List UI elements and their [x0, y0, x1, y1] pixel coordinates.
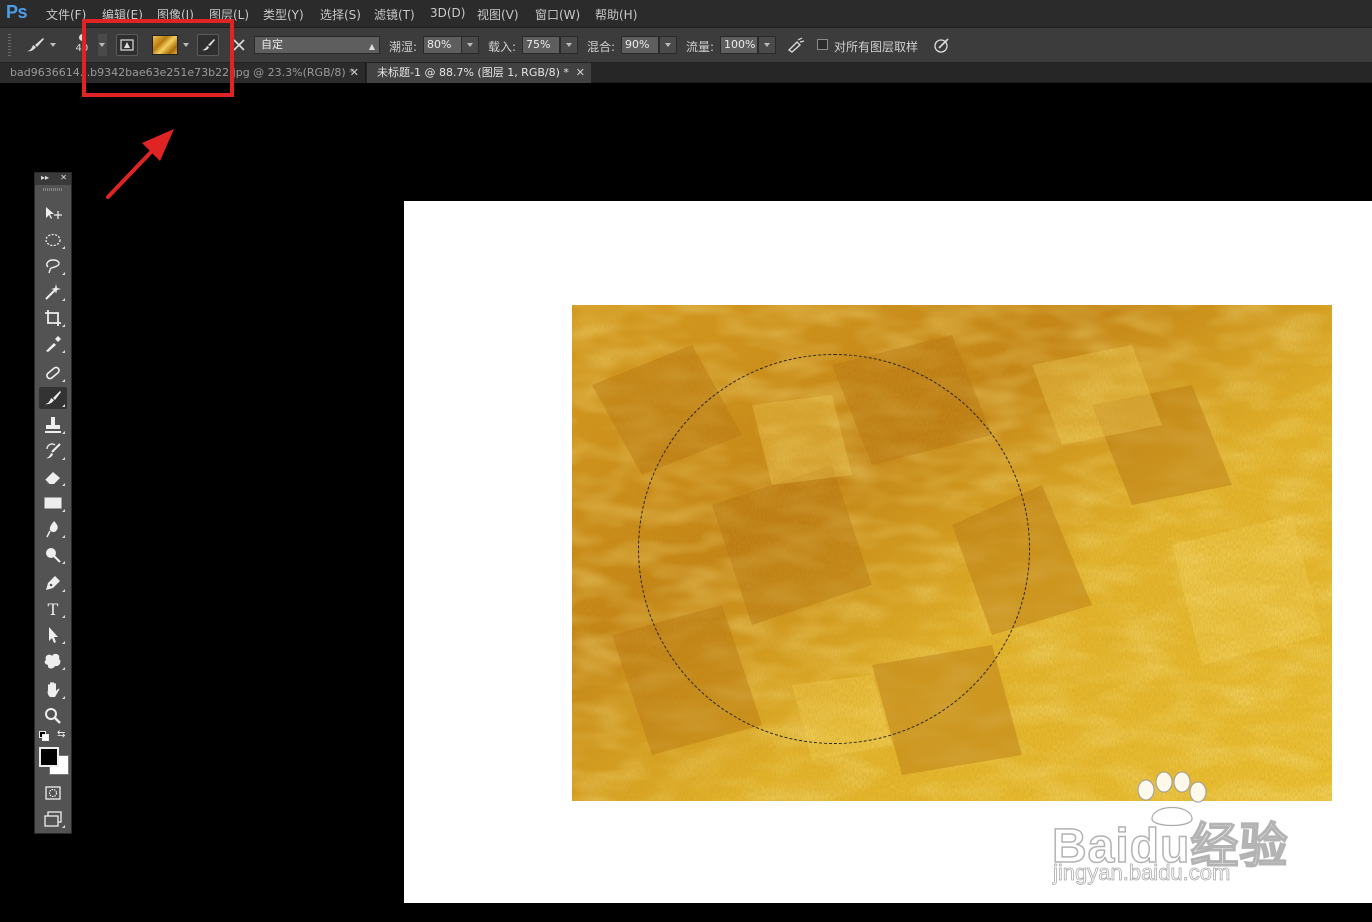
- close-icon[interactable]: ✕: [60, 173, 67, 182]
- tablet-pressure-icon: [934, 38, 949, 53]
- load-input[interactable]: 75%: [522, 36, 560, 54]
- menu-view[interactable]: 视图(V): [477, 6, 519, 23]
- crop-tool[interactable]: [39, 307, 67, 329]
- red-arrow-icon: [106, 129, 174, 199]
- path-selection-tool[interactable]: [39, 624, 67, 646]
- options-grip[interactable]: [8, 34, 11, 56]
- blur-drop-icon: [46, 521, 58, 538]
- elliptical-marquee-tool[interactable]: [39, 229, 67, 251]
- eraser-tool[interactable]: [39, 466, 67, 488]
- magic-wand-icon: [45, 284, 61, 300]
- chevron-updown-icon: ▲: [368, 42, 375, 51]
- elliptical-selection-marquee: [638, 354, 1030, 744]
- tools-panel-grip[interactable]: [43, 188, 63, 191]
- lasso-tool[interactable]: [39, 255, 67, 277]
- mixer-preset-select[interactable]: 自定 ▲: [254, 36, 380, 54]
- quick-mask-icon: [45, 786, 61, 800]
- mix-dropdown[interactable]: [659, 36, 677, 54]
- quick-mask-toggle[interactable]: [39, 782, 67, 804]
- flow-dropdown[interactable]: [758, 36, 776, 54]
- eraser-icon: [44, 472, 60, 485]
- move-icon: [46, 207, 62, 219]
- crop-icon: [45, 310, 61, 326]
- close-icon[interactable]: ✕: [576, 63, 585, 82]
- default-colors-icon[interactable]: [39, 731, 49, 741]
- zoom-icon: [45, 708, 61, 724]
- dodge-tool[interactable]: [39, 544, 67, 566]
- watermark-url: jingyan.baidu.com: [1053, 860, 1231, 886]
- menu-filter[interactable]: 滤镜(T): [374, 6, 415, 23]
- gradient-icon: [44, 497, 62, 509]
- pressure-size-toggle[interactable]: [932, 34, 952, 56]
- wet-dropdown[interactable]: [461, 36, 479, 54]
- mixer-brush-icon: [45, 391, 61, 405]
- tool-preset-picker[interactable]: [20, 34, 60, 56]
- dodge-icon: [46, 548, 61, 563]
- history-brush-tool[interactable]: [39, 440, 67, 462]
- tools-panel: ▸▸ ✕ T ⇆: [34, 172, 72, 834]
- swap-colors-icon[interactable]: ⇆: [57, 729, 65, 740]
- close-icon[interactable]: ✕: [350, 63, 359, 82]
- custom-shape-icon: [44, 653, 61, 669]
- tab-label: 未标题-1 @ 88.7% (图层 1, RGB/8) *: [377, 66, 569, 79]
- photoshop-logo: Ps: [6, 2, 28, 22]
- clone-stamp-tool[interactable]: [39, 414, 67, 436]
- spot-healing-tool[interactable]: [39, 362, 67, 384]
- blur-tool[interactable]: [39, 518, 67, 540]
- highlight-box: [82, 19, 234, 97]
- tab-untitled-1[interactable]: 未标题-1 @ 88.7% (图层 1, RGB/8) * ✕: [367, 63, 591, 83]
- pen-tool[interactable]: [39, 572, 67, 594]
- chevron-down-icon: [764, 43, 770, 47]
- menu-type[interactable]: 类型(Y): [263, 6, 304, 23]
- eyedropper-tool[interactable]: [39, 333, 67, 355]
- mix-label: 混合:: [587, 40, 616, 54]
- wet-label: 潮湿:: [389, 40, 418, 54]
- magic-wand-tool[interactable]: [39, 281, 67, 303]
- ellipse-marquee-icon: [45, 233, 61, 247]
- type-tool[interactable]: T: [39, 598, 67, 620]
- sample-all-layers-label: 对所有图层取样: [834, 40, 919, 54]
- menu-3d[interactable]: 3D(D): [430, 6, 465, 20]
- chevron-down-icon: [467, 43, 473, 47]
- chevron-down-icon: [50, 43, 56, 47]
- load-dropdown[interactable]: [560, 36, 578, 54]
- flow-input[interactable]: 100%: [720, 36, 758, 54]
- menu-select[interactable]: 选择(S): [320, 6, 361, 23]
- chevron-down-icon: [665, 43, 671, 47]
- menu-window[interactable]: 窗口(W): [535, 6, 580, 23]
- collapse-icon[interactable]: ▸▸: [41, 173, 49, 182]
- hand-icon: [47, 682, 60, 697]
- bandage-icon: [46, 366, 60, 380]
- hand-tool[interactable]: [39, 679, 67, 701]
- history-brush-icon: [46, 443, 61, 459]
- load-label: 载入:: [488, 40, 517, 54]
- stamp-icon: [45, 417, 61, 433]
- mixer-brush-tool[interactable]: [39, 387, 67, 409]
- sample-all-layers-checkbox[interactable]: [817, 39, 828, 50]
- mix-input[interactable]: 90%: [621, 36, 659, 54]
- screen-mode-toggle[interactable]: [39, 808, 67, 830]
- lasso-icon: [46, 259, 60, 274]
- tools-panel-header[interactable]: ▸▸ ✕: [35, 173, 71, 185]
- screen-mode-icon: [44, 811, 62, 827]
- zoom-tool[interactable]: [39, 705, 67, 727]
- gradient-tool[interactable]: [39, 492, 67, 514]
- airbrush-toggle[interactable]: [786, 34, 806, 56]
- custom-shape-tool[interactable]: [39, 650, 67, 672]
- flow-label: 流量:: [686, 40, 715, 54]
- pen-icon: [46, 576, 60, 590]
- path-selection-icon: [49, 627, 58, 643]
- menu-help[interactable]: 帮助(H): [595, 6, 637, 23]
- close-icon: [233, 39, 245, 51]
- type-icon: T: [47, 599, 59, 619]
- chevron-down-icon: [566, 43, 572, 47]
- eyedropper-icon: [46, 336, 61, 352]
- foreground-color-swatch[interactable]: [39, 747, 59, 767]
- wet-input[interactable]: 80%: [423, 36, 463, 54]
- menu-file[interactable]: 文件(F): [46, 6, 86, 23]
- mixer-preset-value: 自定: [261, 38, 283, 51]
- move-tool[interactable]: [39, 202, 67, 224]
- mixer-brush-icon: [27, 38, 44, 52]
- airbrush-icon: [787, 37, 805, 53]
